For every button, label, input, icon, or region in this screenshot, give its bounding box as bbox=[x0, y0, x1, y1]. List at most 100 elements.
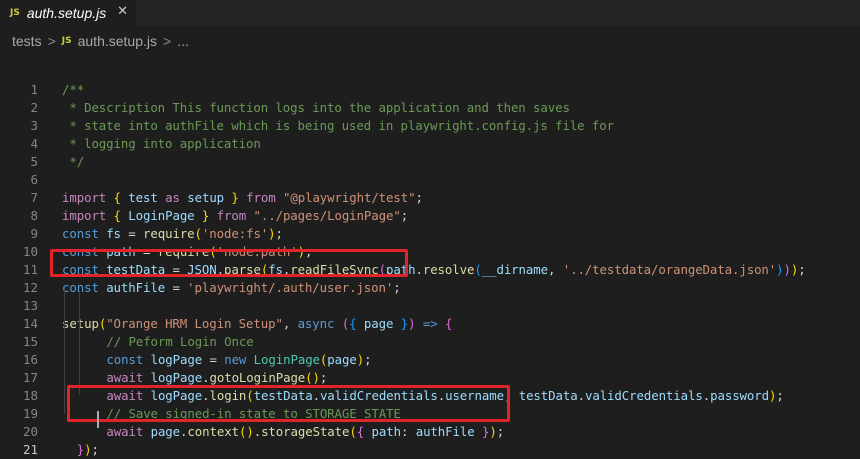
code-token: page bbox=[327, 352, 357, 367]
code-token: 'playwright/.auth/user.json' bbox=[187, 280, 394, 295]
code-token: ; bbox=[364, 352, 372, 367]
code-token: const bbox=[106, 352, 144, 367]
code-line[interactable]: 8 import { LoginPage } from "../pages/Log… bbox=[0, 207, 860, 225]
code-token: ( bbox=[305, 370, 313, 385]
code-token: { bbox=[349, 316, 357, 331]
chevron-right-icon: > bbox=[163, 33, 172, 49]
line-number: 18 bbox=[22, 388, 38, 403]
code-token: import bbox=[62, 208, 107, 223]
code-text: * logging into application bbox=[62, 135, 261, 153]
code-token: "Orange HRM Login Setup" bbox=[106, 316, 283, 331]
code-token: . bbox=[253, 424, 262, 439]
code-text: // Peform Login Once bbox=[106, 333, 253, 351]
code-token: = bbox=[202, 352, 225, 367]
code-text: */ bbox=[62, 153, 84, 171]
code-line[interactable]: 2 * Description This function logs into … bbox=[0, 99, 860, 117]
breadcrumb-folder[interactable]: tests bbox=[12, 33, 42, 49]
code-line[interactable]: 5 */ bbox=[0, 153, 860, 171]
line-number: 7 bbox=[30, 190, 38, 205]
code-token: : bbox=[400, 424, 416, 439]
code-token: ) bbox=[776, 262, 784, 277]
code-line[interactable]: 4 * logging into application bbox=[0, 135, 860, 153]
code-line[interactable]: 14 setup("Orange HRM Login Setup", async … bbox=[0, 315, 860, 333]
code-token: __dirname bbox=[481, 262, 548, 277]
code-text: const authFile = 'playwright/.auth/user.… bbox=[62, 279, 401, 297]
code-token: "../pages/LoginPage" bbox=[253, 208, 401, 223]
code-token: path bbox=[371, 424, 402, 439]
code-token: new bbox=[224, 352, 247, 367]
code-token: } bbox=[231, 190, 239, 205]
code-line[interactable]: 1 /** bbox=[0, 81, 860, 99]
code-token: authFile bbox=[106, 280, 166, 295]
code-token: validCredentials bbox=[584, 388, 703, 403]
line-number: 20 bbox=[22, 424, 38, 439]
code-token: fs bbox=[106, 226, 121, 241]
js-file-icon: JS bbox=[61, 36, 72, 46]
code-token: 'node:fs' bbox=[201, 226, 269, 241]
code-token: page bbox=[363, 316, 394, 331]
code-token: ; bbox=[275, 226, 283, 241]
code-line[interactable]: 15 // Peform Login Once bbox=[0, 333, 860, 351]
breadcrumb-file[interactable]: auth.setup.js bbox=[78, 33, 157, 49]
code-token: gotoLoginPage bbox=[209, 370, 306, 385]
code-line[interactable]: 20 await page.context().storageState({ pa… bbox=[0, 423, 860, 441]
code-token: as bbox=[165, 190, 180, 205]
code-line[interactable]: 3 * state into authFile which is being u… bbox=[0, 117, 860, 135]
code-token: * logging into application bbox=[62, 136, 261, 151]
code-token: . bbox=[702, 388, 711, 403]
code-text: import { test as setup } from "@playwrig… bbox=[62, 189, 423, 207]
code-text: await page.context().storageState({ path… bbox=[106, 423, 504, 441]
code-token: const bbox=[62, 280, 99, 295]
line-number: 9 bbox=[30, 226, 38, 241]
js-file-icon: JS bbox=[10, 8, 20, 18]
code-token: from bbox=[216, 208, 247, 223]
indent-guide bbox=[64, 290, 65, 414]
code-token: { bbox=[113, 190, 121, 205]
line-number: 21 bbox=[22, 442, 38, 457]
line-number: 4 bbox=[30, 136, 38, 151]
code-line[interactable]: 21}); bbox=[0, 441, 860, 459]
code-line[interactable]: 6 bbox=[0, 171, 860, 189]
code-token: context bbox=[187, 424, 239, 439]
line-number: 10 bbox=[22, 244, 38, 259]
code-token: , bbox=[282, 316, 298, 331]
code-token: '../testdata/orangeData.json' bbox=[562, 262, 777, 277]
code-text: * state into authFile which is being use… bbox=[62, 117, 614, 135]
line-number: 2 bbox=[30, 100, 38, 115]
code-token: ) bbox=[489, 424, 497, 439]
code-token: . bbox=[415, 262, 423, 277]
code-text: const logPage = new LoginPage(page); bbox=[106, 351, 371, 369]
line-number: 11 bbox=[22, 262, 38, 277]
code-token: } bbox=[76, 442, 85, 457]
code-editor[interactable]: 1 /** 2 * Description This function logs i… bbox=[0, 76, 860, 457]
code-line[interactable]: 12 const authFile = 'playwright/.auth/use… bbox=[0, 279, 860, 297]
line-number: 13 bbox=[22, 298, 38, 313]
code-line[interactable]: 16 const logPage = new LoginPage(page); bbox=[0, 351, 860, 369]
close-icon[interactable]: ✕ bbox=[117, 4, 128, 19]
line-number: 17 bbox=[22, 370, 38, 385]
breadcrumb-symbol[interactable]: ... bbox=[177, 33, 189, 49]
code-line[interactable]: 7 import { test as setup } from "@playwri… bbox=[0, 189, 860, 207]
text-cursor bbox=[97, 411, 99, 428]
code-token: ; bbox=[400, 208, 409, 223]
code-token: ) bbox=[312, 370, 320, 385]
code-line[interactable]: 9 const fs = require('node:fs'); bbox=[0, 225, 860, 243]
tab-label: auth.setup.js bbox=[26, 5, 107, 21]
breadcrumb: tests > JS auth.setup.js > ... bbox=[0, 29, 860, 53]
code-token: LoginPage bbox=[128, 208, 195, 223]
tab-auth-setup[interactable]: JS auth.setup.js ✕ bbox=[0, 0, 136, 26]
code-text: * Description This function logs into th… bbox=[62, 99, 570, 117]
line-number: 16 bbox=[22, 352, 38, 367]
code-line[interactable]: 13 bbox=[0, 297, 860, 315]
code-token: */ bbox=[62, 154, 85, 169]
code-token: async bbox=[297, 316, 335, 331]
